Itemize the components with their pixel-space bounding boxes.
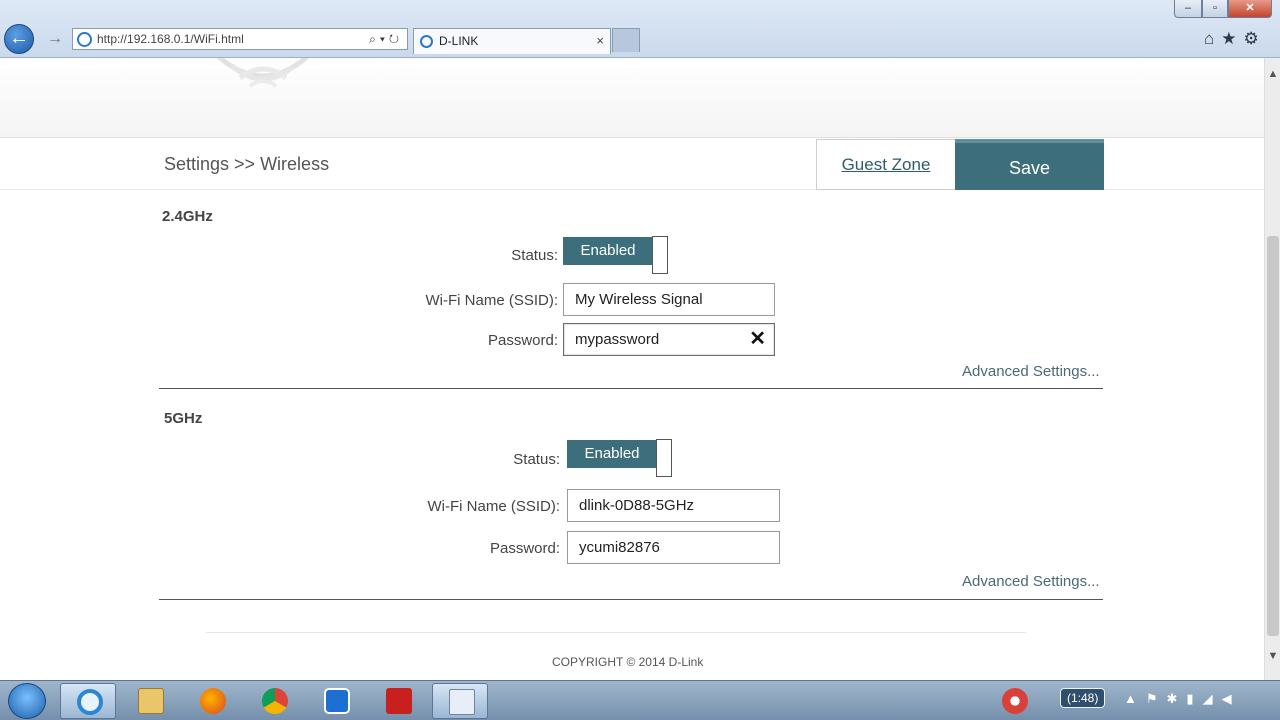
section-divider <box>159 599 1103 600</box>
tab-close-icon[interactable]: × <box>596 29 604 53</box>
password-input-5ghz[interactable]: ycumi82876 <box>567 531 780 564</box>
taskbar-filezilla[interactable] <box>370 683 426 719</box>
ssid-label-5ghz: Wi-Fi Name (SSID): <box>427 498 561 515</box>
status-label-5ghz: Status: <box>513 451 560 468</box>
taskbar-firefox[interactable] <box>184 683 240 719</box>
taskbar-chrome[interactable] <box>246 683 302 719</box>
footer-divider <box>206 632 1026 633</box>
band-title-5ghz: 5GHz <box>164 410 203 427</box>
taskbar-recorder[interactable] <box>986 683 1042 719</box>
guest-zone-button[interactable]: Guest Zone <box>816 139 956 190</box>
teamviewer-icon <box>324 688 350 714</box>
status-toggle-5ghz[interactable]: Enabled <box>567 439 673 477</box>
scroll-down-icon[interactable]: ▼ <box>1265 650 1280 666</box>
status-toggle-value: Enabled <box>563 237 653 265</box>
password-label-24ghz: Password: <box>487 332 558 349</box>
ie-icon <box>420 35 433 48</box>
taskbar: (1:48) ▲⚑✱▮◢◀ <box>0 680 1280 720</box>
breadcrumb: Settings >> Wireless <box>164 154 330 174</box>
status-toggle-24ghz[interactable]: Enabled <box>563 236 669 274</box>
ssid-input-5ghz[interactable]: dlink-0D88-5GHz <box>567 489 780 522</box>
taskbar-internet-explorer[interactable] <box>60 683 116 719</box>
clear-input-icon[interactable]: ✕ <box>749 324 766 355</box>
password-input-24ghz[interactable]: mypassword ✕ <box>563 323 775 356</box>
advanced-settings-link-5ghz[interactable]: Advanced Settings... <box>962 573 1100 590</box>
password-value-24ghz: mypassword <box>575 331 660 348</box>
new-tab-button[interactable] <box>612 28 640 52</box>
close-window-button[interactable]: ✕ <box>1228 0 1272 18</box>
scroll-thumb[interactable] <box>1267 236 1279 636</box>
browser-tools-icons[interactable]: ⌂★⚙ <box>1204 28 1278 50</box>
address-bar[interactable]: http://192.168.0.1/WiFi.html ⌕▾↻ <box>72 28 408 50</box>
ssid-input-24ghz[interactable]: My Wireless Signal <box>563 283 775 316</box>
tab-d-link[interactable]: D-LINK × <box>413 28 611 54</box>
copyright-text: COPYRIGHT © 2014 D-Link <box>552 655 704 669</box>
password-label-5ghz: Password: <box>489 540 560 557</box>
status-toggle-value: Enabled <box>567 440 657 468</box>
toggle-knob[interactable] <box>652 236 668 274</box>
ie-icon <box>77 32 92 47</box>
back-button[interactable]: ← <box>4 24 34 54</box>
section-divider <box>159 388 1103 389</box>
taskbar-teamviewer[interactable] <box>308 683 364 719</box>
maximize-button[interactable]: ▫ <box>1202 0 1228 18</box>
advanced-settings-link-24ghz[interactable]: Advanced Settings... <box>962 363 1100 380</box>
wifi-signal-icon <box>216 58 310 88</box>
forward-button[interactable]: → <box>44 28 66 50</box>
save-button[interactable]: Save <box>955 139 1104 190</box>
page-viewport: Settings >> Wireless Guest Zone Save 2.4… <box>0 58 1264 680</box>
address-url[interactable]: http://192.168.0.1/WiFi.html <box>97 29 244 49</box>
toggle-knob[interactable] <box>656 439 672 477</box>
header-band <box>0 58 1264 138</box>
minimize-button[interactable]: – <box>1174 0 1202 18</box>
tab-title: D-LINK <box>439 34 479 48</box>
settings-toolbar: Settings >> Wireless Guest Zone Save <box>0 138 1264 190</box>
status-label-24ghz: Status: <box>511 247 558 264</box>
chrome-icon <box>262 688 288 714</box>
internet-explorer-icon <box>77 689 103 715</box>
band-title-24ghz: 2.4GHz <box>162 208 213 225</box>
timer-badge[interactable]: (1:48) <box>1060 688 1106 708</box>
firefox-icon <box>200 688 226 714</box>
recorder-icon <box>1002 688 1028 714</box>
browser-chrome: – ▫ ✕ ← → http://192.168.0.1/WiFi.html ⌕… <box>0 0 1280 58</box>
taskbar-notepad[interactable] <box>432 683 488 719</box>
tray-icons[interactable]: ▲⚑✱▮◢◀ <box>1124 691 1241 707</box>
filezilla-icon <box>386 688 412 714</box>
vertical-scrollbar[interactable]: ▲ ▼ <box>1264 58 1280 680</box>
notepad-icon <box>449 689 475 715</box>
system-tray: (1:48) ▲⚑✱▮◢◀ <box>1050 687 1272 715</box>
ssid-label-24ghz: Wi-Fi Name (SSID): <box>425 292 559 309</box>
search-refresh-icons[interactable]: ⌕▾↻ <box>369 29 403 49</box>
file-explorer-icon <box>138 688 164 714</box>
start-button[interactable] <box>8 683 46 719</box>
taskbar-file-explorer[interactable] <box>122 683 178 719</box>
scroll-up-icon[interactable]: ▲ <box>1265 68 1280 84</box>
